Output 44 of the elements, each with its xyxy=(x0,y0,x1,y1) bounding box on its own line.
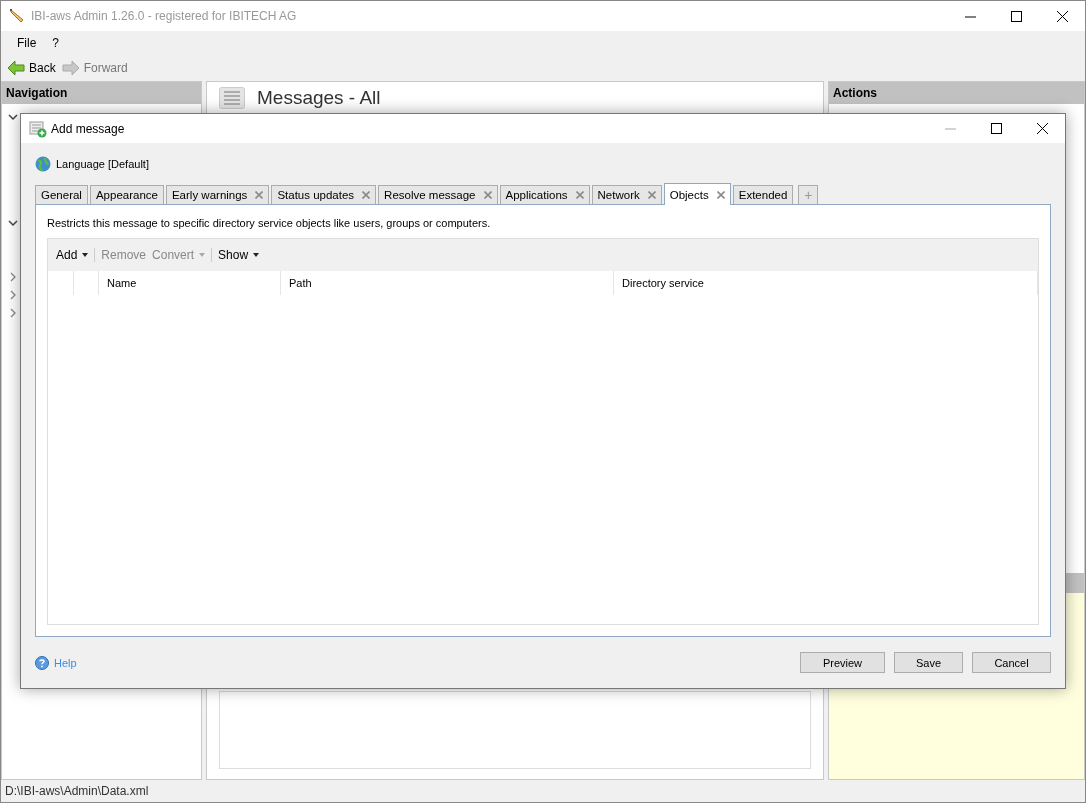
description-text: Restricts this message to specific directory service objects like users, groups or computers. xyxy=(47,216,492,231)
dialog-title: Add message xyxy=(51,121,126,136)
window-title: IBI-aws Admin 1.26.0 - registered for IBITECH AG xyxy=(31,9,298,23)
document-add-icon xyxy=(29,119,47,138)
dialog-button[interactable]: Save xyxy=(894,652,963,673)
caret-icon xyxy=(253,253,260,257)
right-arrow-icon xyxy=(61,60,80,76)
toolbar-button[interactable]: Show xyxy=(215,248,263,262)
help-icon[interactable] xyxy=(35,655,49,670)
back-button[interactable]: Back xyxy=(7,60,56,76)
tab[interactable]: Appearance xyxy=(89,185,164,204)
page-heading: Messages - All xyxy=(257,87,381,109)
close-icon[interactable] xyxy=(1036,123,1048,134)
maximize-icon[interactable] xyxy=(1010,10,1022,22)
tab[interactable]: Applications xyxy=(499,185,590,204)
globe-icon[interactable] xyxy=(35,156,51,172)
chevron-down-icon[interactable] xyxy=(8,218,18,228)
close-icon[interactable] xyxy=(1056,10,1068,22)
tab[interactable]: Status updates xyxy=(271,185,377,204)
tab[interactable]: Early warnings xyxy=(165,185,270,204)
dialog-button[interactable]: Cancel xyxy=(972,652,1051,673)
caret-icon xyxy=(82,253,89,257)
panel-header: Actions xyxy=(829,82,1084,104)
pencil-icon xyxy=(9,8,25,24)
panel-header: Navigation xyxy=(2,82,201,104)
list-icon xyxy=(219,87,245,109)
caret-icon xyxy=(199,253,206,257)
tab[interactable]: Network xyxy=(591,185,662,204)
menu-item[interactable]: File xyxy=(9,36,45,50)
status-text: D:\IBI-aws\Admin\Data.xml xyxy=(5,784,149,798)
column-header[interactable]: Path xyxy=(281,271,614,295)
maximize-icon[interactable] xyxy=(990,123,1002,134)
chevron-down-icon[interactable] xyxy=(8,112,18,122)
menu-item[interactable]: ? xyxy=(44,36,68,50)
tab[interactable]: Resolve message xyxy=(378,185,498,204)
language-label[interactable]: Language [Default] xyxy=(56,158,149,170)
tab[interactable]: Objects xyxy=(663,183,731,205)
left-arrow-icon xyxy=(7,60,25,76)
tab[interactable]: Extended xyxy=(732,185,794,204)
tab[interactable]: General xyxy=(35,185,88,204)
dialog-button[interactable]: Preview xyxy=(800,652,885,673)
toolbar-button[interactable]: Add xyxy=(53,248,96,262)
column-header[interactable]: Directory service xyxy=(614,271,1038,295)
column-header[interactable]: Name xyxy=(99,271,281,295)
